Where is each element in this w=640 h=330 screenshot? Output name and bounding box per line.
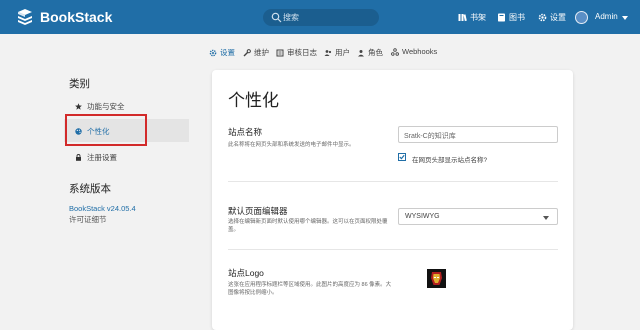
lock-icon	[76, 154, 81, 161]
site-logo-description: 这张在应用程序标题栏等区域使用。此图片的高度应为 86 像素。大图像将按比例缩小…	[228, 282, 392, 296]
default-editor-label: 默认页面编辑器	[228, 206, 288, 216]
page-title: 个性化	[228, 91, 279, 110]
system-version-heading: 系统版本	[69, 183, 111, 195]
webhook-icon	[391, 47, 399, 56]
tab-webhooks[interactable]: Webhooks	[391, 47, 437, 56]
book-icon	[498, 13, 505, 22]
tab-maintenance[interactable]: 维护	[243, 47, 269, 58]
user-name[interactable]: Admin	[595, 12, 618, 21]
wrench-icon	[243, 48, 251, 56]
sidebar-item-registration[interactable]: 注册设置	[75, 152, 117, 163]
brand-name[interactable]: BookStack	[40, 9, 112, 25]
default-editor-select[interactable]: WYSIWYG	[398, 208, 558, 225]
sidebar-item-label: 注册设置	[87, 153, 117, 162]
sidebar-item-features-security[interactable]: 功能与安全	[75, 101, 125, 112]
search-placeholder: 搜索	[283, 13, 299, 22]
site-name-description: 此名称将在网页头部和系统发送的电子邮件中显示。	[228, 142, 355, 148]
default-editor-value: WYSIWYG	[405, 213, 440, 220]
top-header: BookStack 搜索 书架 图书 设置 Admin	[0, 0, 640, 34]
checkmark-icon	[399, 154, 405, 160]
search-input[interactable]: 搜索	[263, 9, 379, 26]
site-name-label: 站点名称	[228, 127, 263, 137]
nav-books[interactable]: 图书	[497, 12, 525, 23]
tab-webhooks-label: Webhooks	[402, 47, 438, 56]
audit-icon	[276, 49, 284, 56]
show-site-name-checkbox[interactable]	[398, 153, 406, 161]
bookshelf-icon	[458, 14, 467, 22]
tab-audit-log-label: 审核日志	[287, 48, 317, 57]
annotation-highlight-box	[65, 114, 147, 146]
role-icon	[358, 49, 364, 56]
category-heading: 类别	[69, 78, 90, 90]
chevron-down-icon[interactable]	[622, 16, 628, 20]
avatar[interactable]	[575, 11, 588, 24]
star-icon	[75, 103, 82, 110]
settings-card: 个性化 站点名称 此名称将在网页头部和系统发送的电子邮件中显示。 Sratk-C…	[212, 70, 573, 330]
default-editor-description: 选择在编辑新页面时默认使用哪个编辑器。这可以在页面权限处覆盖。	[228, 219, 388, 233]
site-name-input[interactable]: Sratk-C的知识库	[398, 126, 558, 143]
site-name-value: Sratk-C的知识库	[404, 133, 456, 140]
nav-bookshelves[interactable]: 书架	[458, 12, 486, 23]
chevron-down-icon	[543, 216, 549, 220]
tab-settings-label: 设置	[220, 48, 235, 57]
nav-books-label: 图书	[509, 13, 525, 22]
tab-roles[interactable]: 角色	[357, 47, 383, 58]
nav-bookshelves-label: 书架	[470, 13, 486, 22]
tab-maintenance-label: 维护	[254, 48, 269, 57]
tab-users[interactable]: 用户	[324, 47, 350, 58]
tab-settings[interactable]: 设置	[209, 47, 235, 58]
site-logo-image[interactable]	[427, 269, 446, 288]
nav-settings[interactable]: 设置	[538, 12, 566, 23]
divider	[228, 249, 558, 250]
users-icon	[324, 49, 332, 56]
gear-icon	[538, 13, 547, 22]
tab-users-label: 用户	[335, 48, 350, 57]
gear-icon	[209, 49, 217, 56]
bookstack-logo-icon[interactable]	[16, 8, 34, 26]
tab-roles-label: 角色	[368, 48, 383, 57]
nav-settings-label: 设置	[550, 13, 566, 22]
site-logo-label: 站点Logo	[228, 268, 264, 278]
version-link[interactable]: BookStack v24.05.4	[69, 204, 136, 213]
divider	[228, 181, 558, 182]
show-site-name-label[interactable]: 在网页头部显示站点名称?	[412, 154, 487, 164]
license-details-link[interactable]: 许可证细节	[69, 214, 107, 225]
sidebar-item-label: 功能与安全	[87, 102, 125, 111]
iron-man-logo-icon	[427, 269, 446, 288]
tab-audit-log[interactable]: 审核日志	[276, 47, 317, 58]
search-icon	[271, 12, 282, 23]
